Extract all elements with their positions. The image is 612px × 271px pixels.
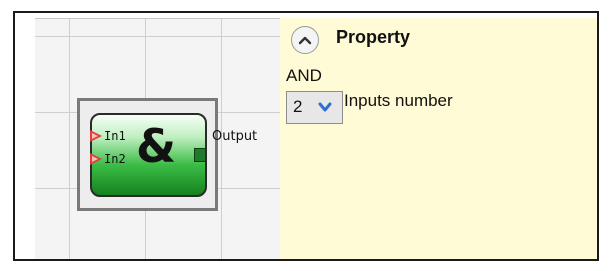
input-pin-2[interactable] (90, 153, 102, 165)
chevron-down-icon[interactable] (316, 98, 334, 116)
and-symbol: & (136, 119, 177, 173)
chevron-up-icon (298, 36, 312, 45)
property-panel: Property AND 2 Inputs number (280, 18, 597, 259)
output-label: Output (212, 129, 258, 144)
inputs-number-value: 2 (293, 97, 303, 116)
inputs-number-select[interactable]: 2 (286, 91, 343, 124)
and-gate-block[interactable]: In1 In2 & (77, 98, 218, 211)
gate-type-label: AND (286, 66, 322, 85)
diagram-canvas[interactable]: In1 In2 & Output (35, 18, 292, 259)
and-gate-body[interactable]: In1 In2 & (90, 113, 207, 197)
panel-title: Property (336, 27, 411, 47)
input-label-2: In2 (104, 152, 126, 166)
input-label-1: In1 (104, 129, 126, 143)
input-pin-1[interactable] (90, 130, 102, 142)
collapse-button[interactable] (291, 26, 319, 54)
editor-frame: In1 In2 & Output Property AND 2 Inputs n… (13, 11, 599, 261)
inputs-number-label: Inputs number (344, 91, 453, 110)
output-pin[interactable] (194, 148, 206, 162)
